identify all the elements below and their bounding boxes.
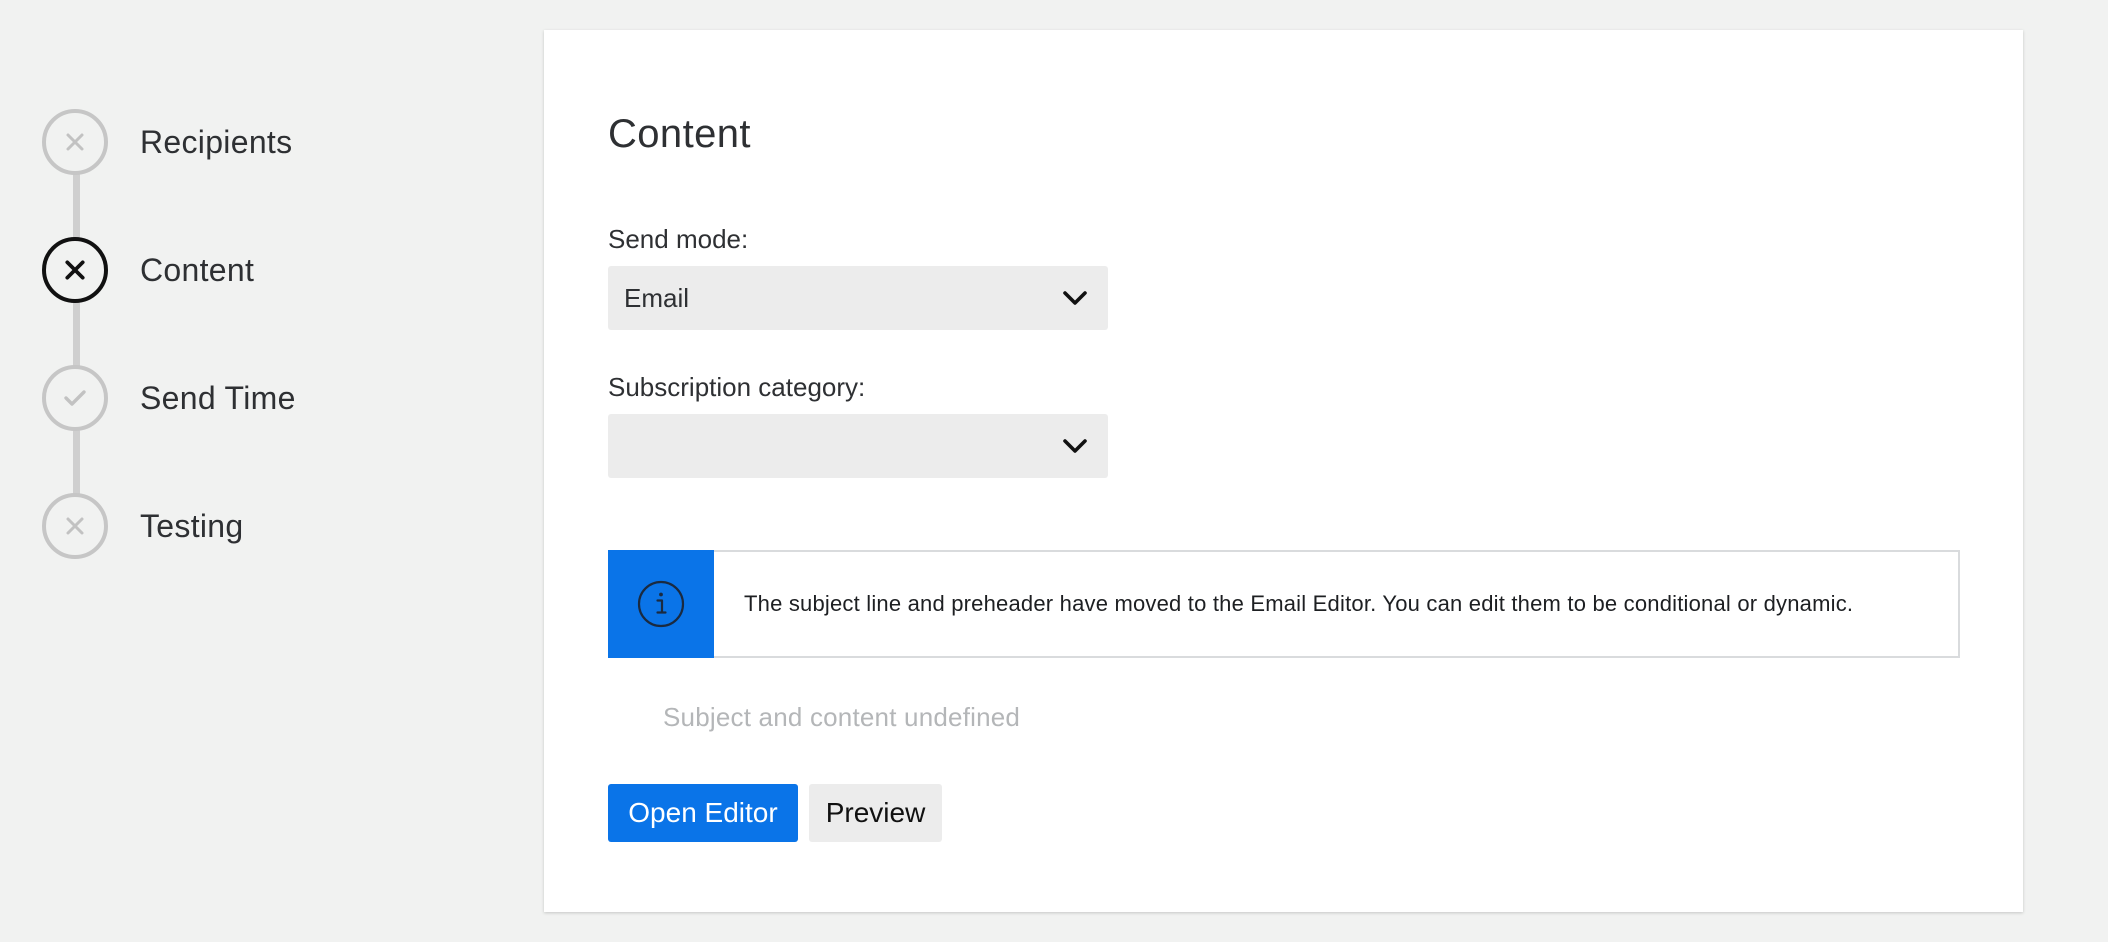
step-content[interactable]: Content <box>42 236 254 304</box>
step-content-status <box>42 237 108 303</box>
x-icon <box>66 133 84 151</box>
send-mode-value: Email <box>624 282 690 313</box>
chevron-down-icon <box>1063 291 1087 305</box>
x-icon <box>65 260 85 280</box>
notice-icon-panel <box>608 550 714 658</box>
content-card: Content Send mode: Email Subscription ca… <box>544 30 2023 912</box>
step-recipients[interactable]: Recipients <box>42 108 292 176</box>
step-send-time[interactable]: Send Time <box>42 364 296 432</box>
notice-text: The subject line and preheader have move… <box>744 591 1854 616</box>
step-recipients-label: Recipients <box>140 123 293 160</box>
x-icon <box>66 517 84 535</box>
step-send-time-label: Send Time <box>140 379 296 416</box>
page-title: Content <box>608 112 751 156</box>
subscription-category-select[interactable] <box>608 414 1108 478</box>
send-mode-select[interactable]: Email <box>608 266 1108 330</box>
subscription-category-label: Subscription category: <box>608 372 866 402</box>
check-icon <box>64 390 86 406</box>
progress-stepper: Recipients Content Send Time Testing <box>0 0 520 942</box>
stepper-connector-line <box>73 141 80 526</box>
step-testing-status <box>42 493 108 559</box>
info-icon <box>637 580 685 628</box>
step-send-time-status <box>42 365 108 431</box>
step-recipients-status <box>42 109 108 175</box>
step-content-label: Content <box>140 251 255 288</box>
content-status-text: Subject and content undefined <box>663 702 1021 732</box>
send-mode-label: Send mode: <box>608 224 749 254</box>
step-testing[interactable]: Testing <box>42 492 244 560</box>
info-notice: The subject line and preheader have move… <box>608 550 1960 658</box>
preview-button[interactable]: Preview <box>809 784 942 842</box>
step-testing-label: Testing <box>140 507 244 544</box>
chevron-down-icon <box>1063 439 1087 453</box>
open-editor-button[interactable]: Open Editor <box>608 784 798 842</box>
